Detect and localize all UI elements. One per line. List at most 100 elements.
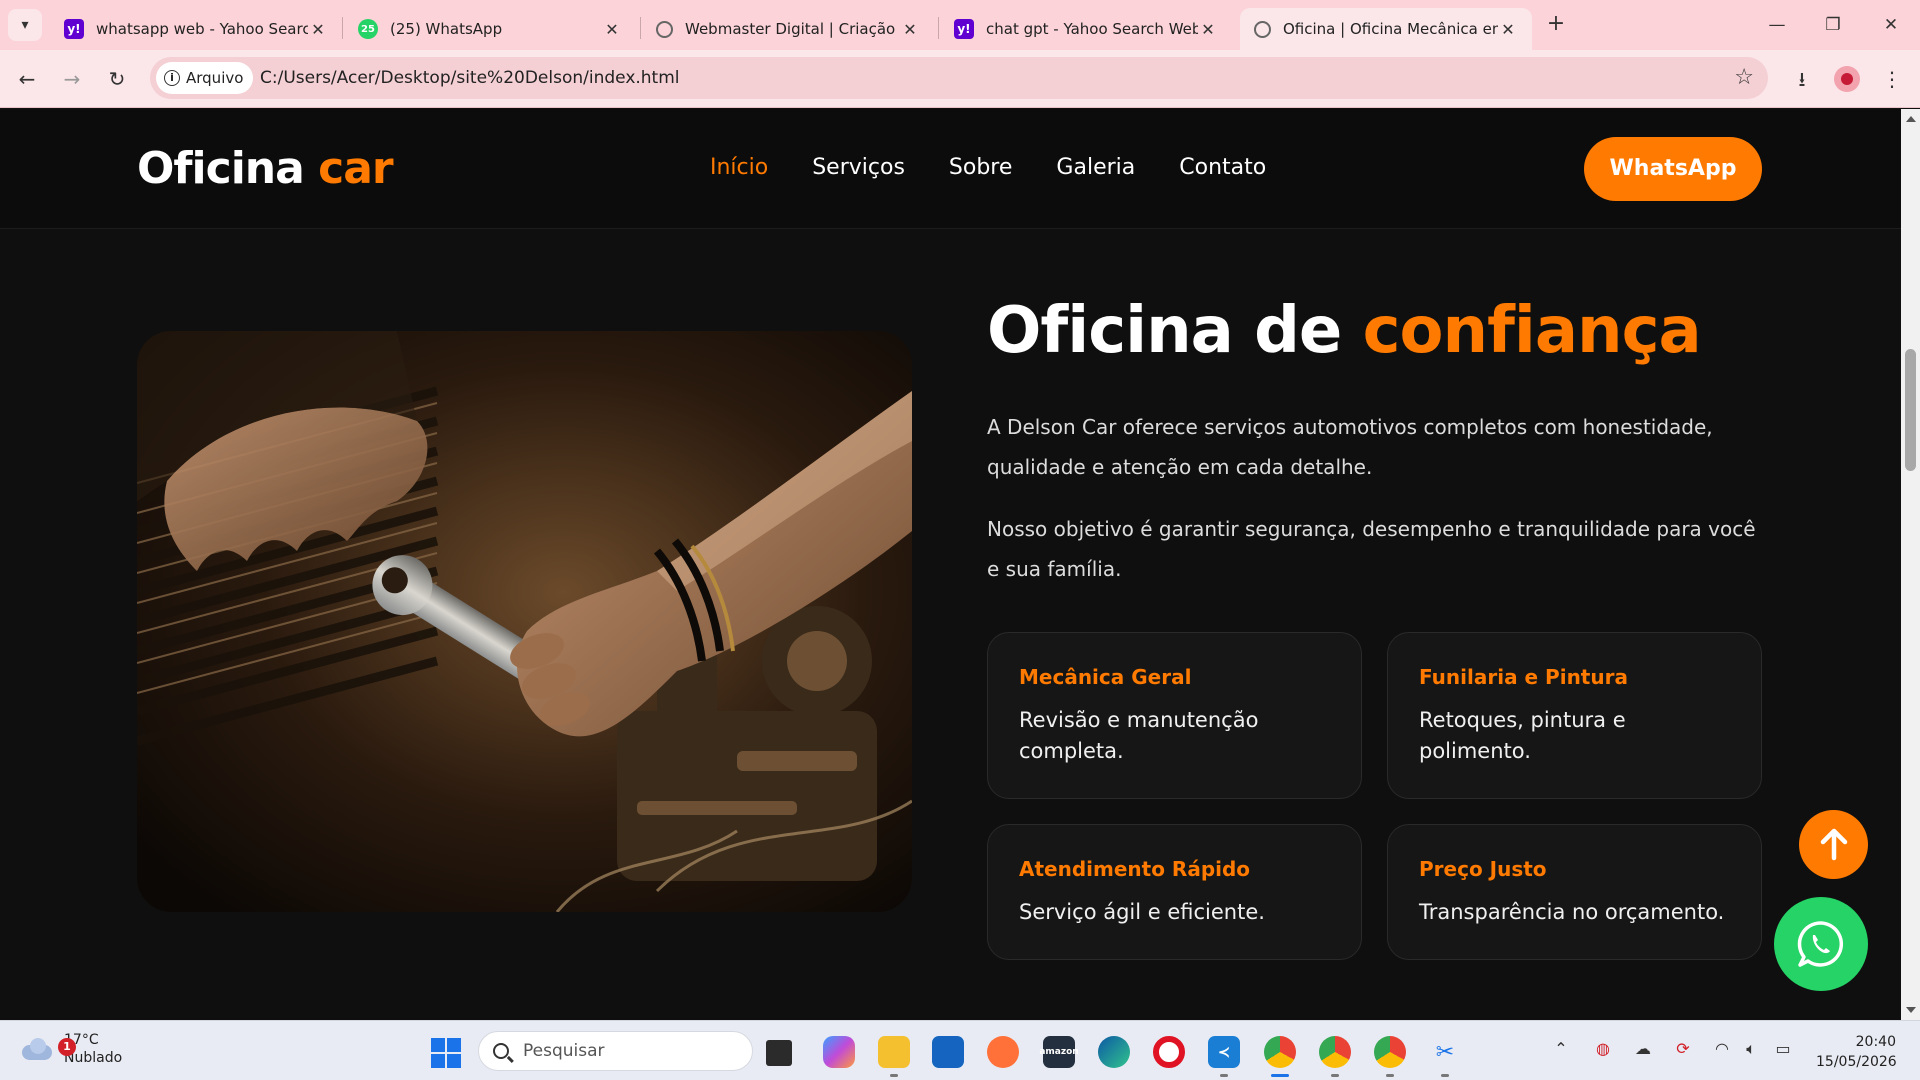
- forward-arrow-icon[interactable]: →: [57, 64, 87, 94]
- sync-icon[interactable]: ⟳: [1670, 1039, 1696, 1058]
- nav-link-contato[interactable]: Contato: [1179, 155, 1266, 180]
- mechanic-photo: [137, 331, 912, 912]
- chevron-up-icon[interactable]: ⌃: [1548, 1039, 1574, 1058]
- system-clock[interactable]: 20:40 15/05/2026: [1816, 1032, 1897, 1072]
- vscode-icon[interactable]: ≺: [1208, 1036, 1240, 1068]
- chrome-profile-icon[interactable]: [1319, 1036, 1351, 1068]
- windows-taskbar: 1 17°C Nublado Pesquisar amazon ≺ ✂ ⌃ ◍ …: [0, 1020, 1920, 1080]
- hero-paragraph-1: A Delson Car oferece serviços automotivo…: [987, 415, 1713, 479]
- opera-icon[interactable]: [1153, 1036, 1185, 1068]
- nav-link-inicio[interactable]: Início: [710, 155, 768, 180]
- globe-icon: [656, 20, 673, 38]
- file-explorer-icon[interactable]: [878, 1036, 910, 1068]
- reload-icon[interactable]: ↻: [102, 64, 132, 94]
- windows-start-icon[interactable]: [431, 1038, 461, 1068]
- nav-link-galeria[interactable]: Galeria: [1056, 155, 1135, 180]
- whatsapp-icon: 25: [358, 19, 378, 39]
- hero-title-accent: confiança: [1362, 294, 1702, 368]
- page-scrollbar[interactable]: [1901, 109, 1920, 1020]
- address-bar[interactable]: i Arquivo C:/Users/Acer/Desktop/site%20D…: [150, 57, 1768, 99]
- feature-card-description: Retoques, pintura e polimento.: [1419, 708, 1626, 763]
- scroll-down-arrow-icon[interactable]: [1906, 1007, 1916, 1013]
- tab-divider: [342, 17, 343, 39]
- chrome-profile-icon[interactable]: [1374, 1036, 1406, 1068]
- search-placeholder: Pesquisar: [523, 1041, 605, 1061]
- back-arrow-icon[interactable]: ←: [12, 64, 42, 94]
- tab-webmaster-digital[interactable]: Webmaster Digital | Criação de ✕: [642, 8, 934, 50]
- amazon-icon[interactable]: amazon: [1039, 1036, 1079, 1068]
- weather-widget[interactable]: 1 17°C Nublado: [20, 1031, 122, 1067]
- whatsapp-float-button[interactable]: [1774, 897, 1868, 991]
- security-tray-icon[interactable]: ◍: [1590, 1039, 1616, 1058]
- feature-card-mecanica-geral: Mecânica Geral Revisão e manutenção comp…: [987, 632, 1362, 799]
- scroll-up-arrow-icon[interactable]: [1906, 116, 1916, 122]
- tab-search-button[interactable]: ▾: [8, 9, 42, 41]
- logo-accent: car: [318, 143, 393, 194]
- feature-card-title: Mecânica Geral: [1019, 665, 1192, 689]
- close-tab-icon[interactable]: ✕: [1498, 20, 1518, 39]
- nav-link-servicos[interactable]: Serviços: [812, 155, 905, 180]
- main-nav: Início Serviços Sobre Galeria Contato: [710, 155, 1310, 180]
- new-tab-button[interactable]: +: [1543, 12, 1569, 38]
- tab-whatsapp[interactable]: 25 (25) WhatsApp ✕: [344, 8, 636, 50]
- bookmark-star-icon[interactable]: ☆: [1734, 65, 1754, 90]
- snipping-tool-icon[interactable]: ✂: [1429, 1036, 1461, 1068]
- running-indicator: [890, 1074, 898, 1077]
- tab-yahoo-chatgpt-search[interactable]: y! chat gpt - Yahoo Search Web ✕: [940, 8, 1232, 50]
- hero-paragraph-2: Nosso objetivo é garantir segurança, des…: [987, 517, 1756, 581]
- scrollbar-thumb[interactable]: [1905, 349, 1916, 471]
- nav-link-sobre[interactable]: Sobre: [949, 155, 1013, 180]
- web-page: Oficina car Início Serviços Sobre Galeri…: [0, 109, 1901, 1020]
- tab-title: chat gpt - Yahoo Search Web: [986, 20, 1198, 38]
- tab-oficina-active[interactable]: Oficina | Oficina Mecânica em It ✕: [1240, 8, 1532, 50]
- close-tab-icon[interactable]: ✕: [1198, 20, 1218, 39]
- browser-tab-bar: ▾ y! whatsapp web - Yahoo Search W ✕ 25 …: [0, 0, 1920, 50]
- tab-title: whatsapp web - Yahoo Search W: [96, 20, 308, 38]
- close-tab-icon[interactable]: ✕: [602, 20, 622, 39]
- more-menu-icon[interactable]: ⋮: [1877, 64, 1907, 94]
- whatsapp-cta-button[interactable]: WhatsApp: [1584, 137, 1762, 201]
- download-icon[interactable]: ⭳: [1787, 64, 1817, 94]
- profile-icon: [1841, 73, 1853, 85]
- task-view-icon[interactable]: [766, 1040, 792, 1066]
- tab-title: Oficina | Oficina Mecânica em It: [1283, 20, 1498, 38]
- clock-date: 15/05/2026: [1816, 1054, 1897, 1070]
- close-icon[interactable]: ✕: [1876, 12, 1906, 38]
- onedrive-icon[interactable]: ☁: [1630, 1039, 1656, 1058]
- minimize-icon[interactable]: —: [1762, 12, 1792, 38]
- logo-main: Oficina: [137, 143, 305, 194]
- wifi-icon[interactable]: ◠: [1709, 1039, 1735, 1058]
- copilot-icon[interactable]: [823, 1036, 855, 1068]
- scroll-to-top-button[interactable]: [1799, 810, 1868, 879]
- cloud-weather-icon: [20, 1037, 54, 1061]
- close-tab-icon[interactable]: ✕: [308, 20, 328, 39]
- outlook-icon[interactable]: [932, 1036, 964, 1068]
- firefox-icon[interactable]: [987, 1036, 1019, 1068]
- running-indicator: [1386, 1074, 1394, 1077]
- feature-card-title: Preço Justo: [1419, 857, 1547, 881]
- site-info-chip[interactable]: i Arquivo: [156, 62, 254, 94]
- feature-card-title: Funilaria e Pintura: [1419, 665, 1628, 689]
- close-tab-icon[interactable]: ✕: [900, 20, 920, 39]
- running-indicator-active: [1271, 1074, 1289, 1077]
- tab-yahoo-whatsapp-search[interactable]: y! whatsapp web - Yahoo Search W ✕: [50, 8, 342, 50]
- tab-divider: [938, 17, 939, 39]
- browser-toolbar: ← → ↻ i Arquivo C:/Users/Acer/Desktop/si…: [0, 50, 1920, 108]
- chrome-icon[interactable]: [1264, 1036, 1296, 1068]
- restore-icon[interactable]: ❐: [1818, 12, 1848, 38]
- profile-avatar[interactable]: [1834, 66, 1860, 92]
- battery-icon[interactable]: ▭: [1770, 1039, 1796, 1058]
- feature-card-preco-justo: Preço Justo Transparência no orçamento.: [1387, 824, 1762, 960]
- tab-divider: [640, 17, 641, 39]
- feature-card-description: Revisão e manutenção completa.: [1019, 708, 1259, 763]
- whatsapp-unread-count: 25: [361, 23, 375, 35]
- volume-icon[interactable]: 🔈︎: [1738, 1039, 1764, 1059]
- yahoo-icon: y!: [954, 19, 974, 39]
- taskbar-search-box[interactable]: Pesquisar: [478, 1031, 753, 1071]
- site-logo[interactable]: Oficina car: [137, 143, 394, 194]
- edge-icon[interactable]: [1098, 1036, 1130, 1068]
- mechanic-hands-engine-image: [137, 331, 912, 912]
- site-header: Oficina car Início Serviços Sobre Galeri…: [0, 109, 1901, 229]
- feature-card-description: Transparência no orçamento.: [1419, 900, 1725, 924]
- url-text[interactable]: C:/Users/Acer/Desktop/site%20Delson/inde…: [260, 68, 680, 88]
